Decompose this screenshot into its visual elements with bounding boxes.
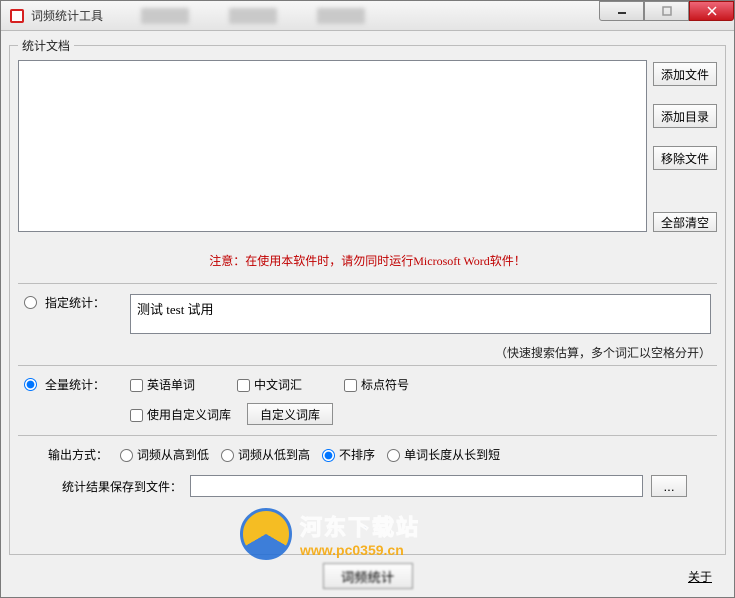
sort-low-high-label[interactable]: 词频从低到高 [221, 446, 310, 463]
specified-radio[interactable] [24, 296, 37, 309]
full-radio-label[interactable]: 全量统计： [24, 376, 112, 393]
document-row: 添加文件 添加目录 移除文件 全部清空 [18, 60, 717, 232]
save-label: 统计结果保存到文件： [62, 478, 182, 495]
punct-checkbox[interactable] [344, 379, 357, 392]
titlebar: 词频统计工具 [1, 1, 734, 31]
chinese-checkbox[interactable] [237, 379, 250, 392]
add-file-button[interactable]: 添加文件 [653, 62, 717, 86]
run-button[interactable]: 词频统计 [323, 563, 413, 589]
window-title: 词频统计工具 [31, 7, 103, 24]
sort-len-radio[interactable] [387, 449, 400, 462]
warning-text: 注意：在使用本软件时，请勿同时运行Microsoft Word软件！ [18, 232, 717, 279]
sort-none-label[interactable]: 不排序 [322, 446, 375, 463]
full-radio[interactable] [24, 378, 37, 391]
output-mode-row: 输出方式： 词频从高到低 词频从低到高 不排序 单词长度从长到短 [18, 440, 717, 469]
specified-textarea[interactable]: 测试 test 试用 [130, 294, 711, 334]
clear-all-button[interactable]: 全部清空 [653, 212, 717, 232]
close-button[interactable] [689, 1, 734, 21]
maximize-button[interactable] [644, 1, 689, 21]
full-stats-row2: 使用自定义词库 自定义词库 [24, 393, 711, 425]
document-button-column: 添加文件 添加目录 移除文件 全部清空 [653, 60, 717, 232]
sort-high-low-label[interactable]: 词频从高到低 [120, 446, 209, 463]
custom-dict-button[interactable]: 自定义词库 [247, 403, 333, 425]
minimize-icon [617, 6, 627, 16]
english-check-label[interactable]: 英语单词 [130, 376, 195, 393]
footer: 词频统计 关于 [9, 555, 726, 593]
custom-dict-row: 使用自定义词库 自定义词库 [130, 403, 333, 425]
full-stats-row1: 全量统计： 英语单词 中文词汇 标点符号 [24, 376, 711, 393]
divider [18, 365, 717, 366]
sort-none-radio[interactable] [322, 449, 335, 462]
full-check-row: 英语单词 中文词汇 标点符号 [130, 376, 409, 393]
specified-hint: （快速搜索估算，多个词汇以空格分开） [18, 340, 717, 361]
add-directory-button[interactable]: 添加目录 [653, 104, 717, 128]
sort-low-high-radio[interactable] [221, 449, 234, 462]
window-controls [599, 1, 734, 21]
chinese-check-label[interactable]: 中文词汇 [237, 376, 302, 393]
output-label: 输出方式： [48, 446, 108, 463]
full-label-text: 全量统计： [45, 376, 105, 393]
app-window: 词频统计工具 统计文档 添加文件 添加目录 移除文件 [0, 0, 735, 598]
divider [18, 435, 717, 436]
body-area: 统计文档 添加文件 添加目录 移除文件 全部清空 注意：在使用本软件时，请勿同时… [1, 31, 734, 597]
sort-high-low-radio[interactable] [120, 449, 133, 462]
document-list[interactable] [18, 60, 647, 232]
minimize-button[interactable] [599, 1, 644, 21]
specified-label-text: 指定统计： [45, 294, 105, 311]
fieldset-legend: 统计文档 [18, 37, 74, 54]
app-icon [9, 8, 25, 24]
english-checkbox[interactable] [130, 379, 143, 392]
remove-file-button[interactable]: 移除文件 [653, 146, 717, 170]
use-custom-checkbox[interactable] [130, 409, 143, 422]
full-stats-section: 全量统计： 英语单词 中文词汇 标点符号 使用自定义词库 自定义词库 [18, 370, 717, 431]
titlebar-blur-area [141, 8, 365, 24]
about-link[interactable]: 关于 [688, 568, 712, 585]
close-icon [707, 6, 717, 16]
save-path-input[interactable] [190, 475, 643, 497]
maximize-icon [662, 6, 672, 16]
specified-radio-label[interactable]: 指定统计： [24, 294, 112, 311]
save-row: 统计结果保存到文件： ... [18, 469, 717, 503]
sort-len-label[interactable]: 单词长度从长到短 [387, 446, 500, 463]
use-custom-check-label[interactable]: 使用自定义词库 [130, 406, 231, 423]
punct-check-label[interactable]: 标点符号 [344, 376, 409, 393]
divider [18, 283, 717, 284]
browse-button[interactable]: ... [651, 475, 687, 497]
main-fieldset: 统计文档 添加文件 添加目录 移除文件 全部清空 注意：在使用本软件时，请勿同时… [9, 37, 726, 555]
specified-stats-section: 指定统计： 测试 test 试用 [18, 288, 717, 340]
